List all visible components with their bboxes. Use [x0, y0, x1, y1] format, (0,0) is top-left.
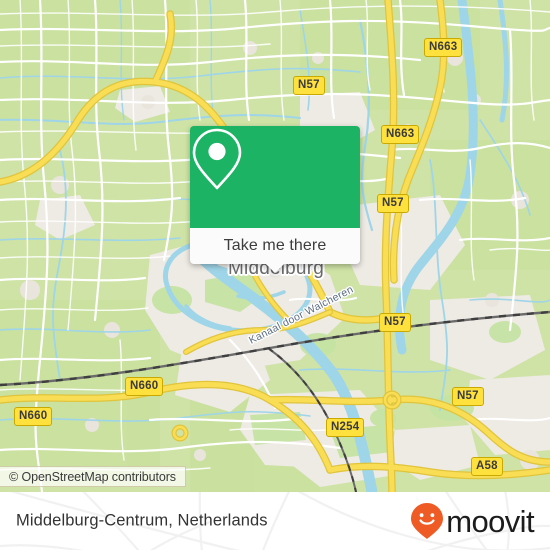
- road-shield-n660-a[interactable]: N660: [125, 377, 164, 396]
- map-canvas[interactable]: Middelburg Kanaal door Walcheren N663 N5…: [0, 0, 550, 492]
- road-shield-n57-c[interactable]: N57: [379, 313, 411, 332]
- road-shield-n57-d[interactable]: N57: [452, 387, 484, 406]
- map-pin-icon: [192, 128, 242, 190]
- road-shield-n663-a[interactable]: N663: [424, 38, 463, 57]
- take-me-there-button[interactable]: Take me there: [190, 228, 360, 264]
- location-title: Middelburg-Centrum, Netherlands: [16, 511, 268, 530]
- moovit-wordmark: moovit: [446, 503, 534, 539]
- moovit-location-card: Middelburg Kanaal door Walcheren N663 N5…: [0, 0, 550, 550]
- road-shield-n254[interactable]: N254: [326, 418, 365, 437]
- take-me-there-callout[interactable]: Take me there: [190, 126, 360, 273]
- take-me-there-label: Take me there: [223, 237, 327, 254]
- road-shield-a58[interactable]: A58: [471, 457, 503, 476]
- road-shield-n663-b[interactable]: N663: [381, 125, 420, 144]
- road-shield-n57-a[interactable]: N57: [293, 76, 325, 95]
- moovit-pin-icon: [411, 503, 444, 539]
- moovit-logo[interactable]: moovit: [409, 501, 535, 541]
- callout-pointer: [265, 263, 285, 273]
- road-shield-n57-b[interactable]: N57: [377, 194, 409, 213]
- callout-icon-area: [190, 126, 360, 228]
- osm-attribution[interactable]: © OpenStreetMap contributors: [0, 466, 186, 487]
- road-shield-n660-b[interactable]: N660: [14, 407, 53, 426]
- footer-bar: Middelburg-Centrum, Netherlands moovit: [0, 492, 550, 550]
